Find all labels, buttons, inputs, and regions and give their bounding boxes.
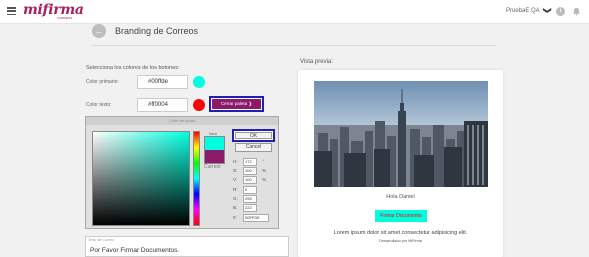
close-palette-button[interactable]: Cerrar paleta ❯ bbox=[209, 96, 264, 112]
cancel-button[interactable]: Cancel bbox=[235, 143, 272, 152]
divider bbox=[92, 45, 496, 46]
info-icon[interactable]: i bbox=[556, 7, 565, 16]
current-color-swatch bbox=[204, 150, 225, 164]
hex-input[interactable]: 00FFDE bbox=[243, 214, 269, 222]
field-label: H: bbox=[233, 159, 238, 164]
back-button[interactable]: ← bbox=[92, 24, 106, 38]
chevron-down-icon[interactable]: ❯ bbox=[543, 7, 552, 14]
email-text-value: Por Favor Firmar Documentos. bbox=[90, 247, 180, 254]
blue-input[interactable]: 222 bbox=[243, 204, 257, 212]
logo: mifirma bbox=[23, 2, 84, 18]
hue-slider[interactable] bbox=[193, 131, 200, 226]
field-unit: ° bbox=[262, 159, 264, 164]
field-unit: % bbox=[262, 168, 267, 173]
hex-label: #: bbox=[233, 215, 237, 220]
color-picker-title: Color de fondo bbox=[86, 117, 278, 125]
user-name[interactable]: PruebaE QA bbox=[506, 8, 540, 14]
value-input[interactable]: 100 bbox=[243, 176, 257, 184]
preview-label: Vista previa: bbox=[300, 59, 333, 65]
primary-color-field[interactable]: #00ffde bbox=[137, 75, 188, 89]
current-color-label: Current bbox=[204, 164, 221, 170]
city-skyline-image bbox=[314, 81, 488, 187]
primary-color-label: Color primario: bbox=[86, 79, 119, 85]
field-label: B: bbox=[233, 205, 238, 210]
preview-greeting: Hola Daniel bbox=[386, 194, 415, 200]
preview-card: Hola Daniel Firmar Documento Lorem ipsum… bbox=[298, 70, 503, 257]
email-text-label: Texto del Correo bbox=[88, 238, 114, 242]
field-label: G: bbox=[233, 196, 238, 201]
text-color-label: Color texto: bbox=[86, 102, 112, 108]
color-picker: Color de fondo New Current OK Cancel H: … bbox=[85, 116, 279, 229]
preview-body-text: Lorem ipsum dolor sit amet consectetur a… bbox=[333, 230, 468, 236]
close-palette-label: Cerrar paleta ❯ bbox=[212, 99, 261, 109]
preview-sign-button: Firmar Documento bbox=[375, 210, 427, 222]
primary-color-swatch[interactable] bbox=[193, 76, 205, 88]
top-bar: mifirma CORREOS PruebaE QA ❯ i bbox=[0, 0, 589, 24]
preview-footer: Desarrollado por MiFirma bbox=[379, 239, 422, 243]
saturation-value-area[interactable] bbox=[92, 131, 190, 226]
green-input[interactable]: 255 bbox=[243, 195, 257, 203]
new-color-swatch bbox=[204, 136, 225, 150]
select-colors-label: Selecciona los colores de los botones: bbox=[86, 65, 180, 71]
text-color-field[interactable]: #ff0004 bbox=[137, 98, 188, 112]
ok-button-label: OK bbox=[235, 132, 272, 139]
field-label: R: bbox=[233, 187, 238, 192]
page-title: Branding de Correos bbox=[115, 26, 199, 36]
logo-subtext: CORREOS bbox=[57, 16, 73, 20]
text-color-swatch[interactable] bbox=[193, 99, 205, 111]
saturation-input[interactable]: 100 bbox=[243, 167, 257, 175]
menu-icon[interactable] bbox=[7, 7, 16, 15]
hue-input[interactable]: 172 bbox=[243, 158, 257, 166]
field-label: V: bbox=[233, 177, 238, 182]
bell-icon[interactable] bbox=[572, 7, 581, 16]
red-input[interactable]: 0 bbox=[243, 186, 257, 194]
ok-button[interactable]: OK bbox=[232, 129, 275, 142]
field-unit: % bbox=[262, 177, 267, 182]
field-label: S: bbox=[233, 168, 238, 173]
